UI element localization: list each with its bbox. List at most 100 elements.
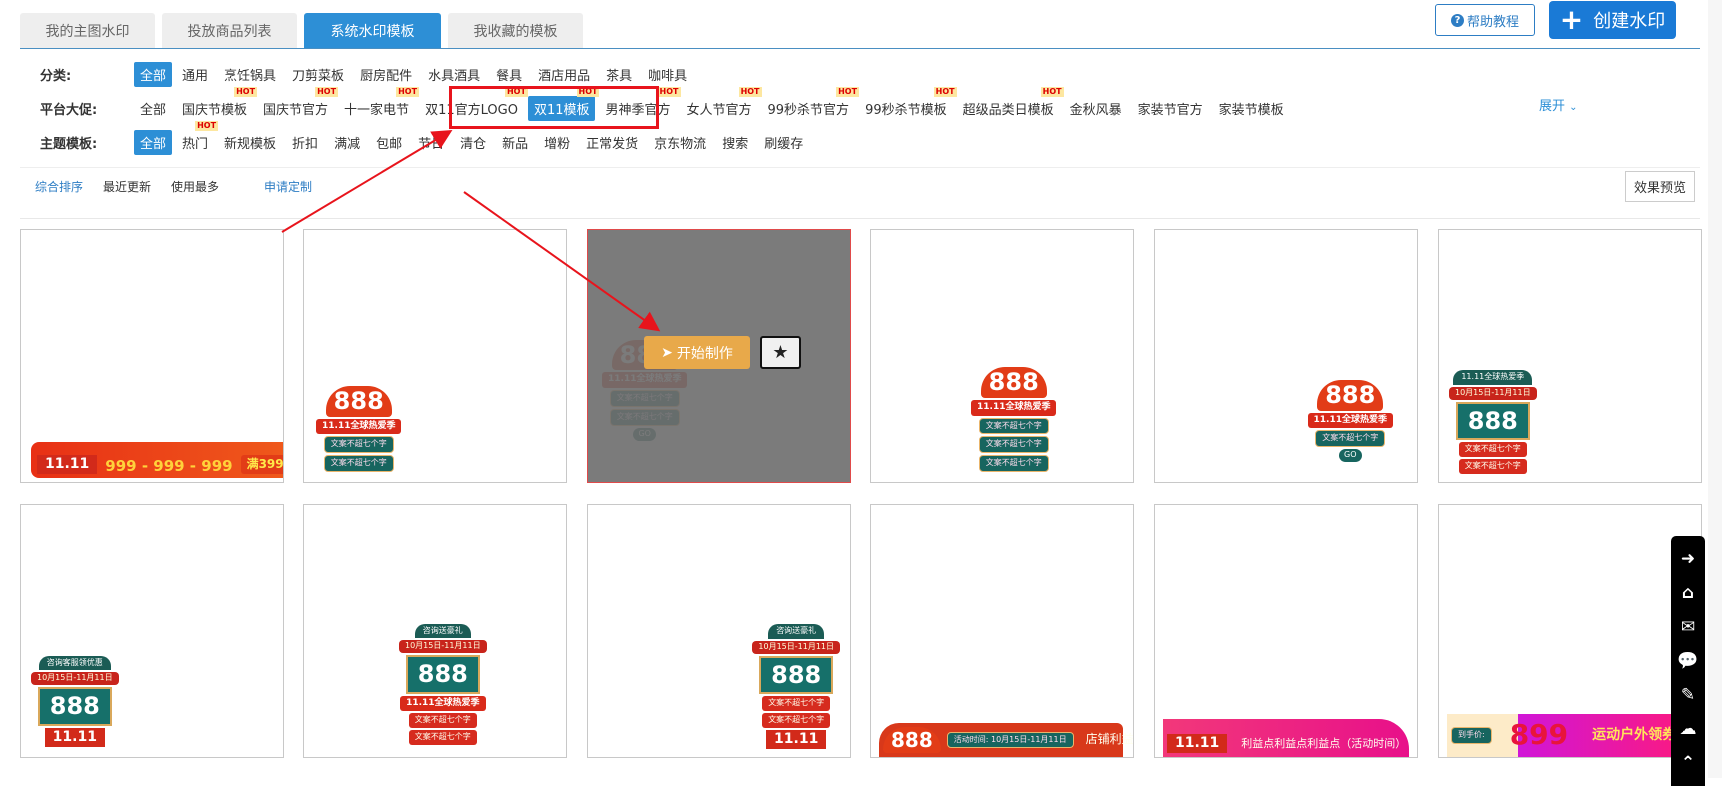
- tab-favorite-templates[interactable]: 我收藏的模板: [448, 13, 583, 48]
- filter-item-platform[interactable]: 全部: [134, 96, 172, 121]
- filter-item-theme[interactable]: 增粉: [538, 130, 576, 155]
- filter-item-label: 厨房配件: [360, 68, 413, 84]
- sort-most-used[interactable]: 使用最多: [171, 178, 219, 195]
- filter-item-category[interactable]: 厨房配件: [354, 62, 418, 87]
- edit-icon[interactable]: ✎: [1681, 685, 1695, 705]
- sort-comprehensive[interactable]: 综合排序: [35, 178, 83, 195]
- filter-item-theme[interactable]: 搜索: [716, 130, 754, 155]
- filter-item-label: 增粉: [544, 136, 571, 152]
- divider: [20, 167, 1700, 168]
- filter-item-platform[interactable]: 家装节模板: [1213, 96, 1290, 121]
- filter-item-category[interactable]: 刀剪菜板: [286, 62, 350, 87]
- wechat-icon[interactable]: ☁: [1680, 719, 1697, 739]
- filter-item-platform[interactable]: 99秒杀节模板 HOT: [859, 86, 957, 121]
- template-card[interactable]: 888活动时间: 10月15日-11月11日店铺利益点店铺利益点11.11: [870, 504, 1134, 758]
- filter-item-theme[interactable]: 正常发货: [580, 130, 644, 155]
- watermark-preview: 888活动时间: 10月15日-11月11日店铺利益点店铺利益点11.11: [879, 723, 1133, 757]
- watermark-preview: 咨询客服领优惠 10月15日-11月11日 888 11.11: [31, 655, 119, 747]
- preview-text: 10月15日-11月11日: [31, 672, 119, 686]
- preview-text: 店铺利益点店铺利益点: [1085, 732, 1134, 747]
- filter-item-category[interactable]: 咖啡具: [642, 62, 693, 87]
- filter-item-theme[interactable]: 包邮: [370, 130, 408, 155]
- filter-item-label: 酒店用品: [538, 68, 591, 84]
- filter-item-category[interactable]: 通用: [176, 62, 214, 87]
- preview-text: 888: [1317, 380, 1384, 411]
- template-card[interactable]: 咨询送豪礼 10月15日-11月11日 888 11.11全球热爱季 文案不超七个字 文案…: [303, 504, 567, 758]
- question-icon: ?: [1450, 13, 1464, 27]
- filter-item-category[interactable]: 餐具: [490, 62, 528, 87]
- create-watermark-button[interactable]: + 创建水印: [1549, 1, 1676, 39]
- filter-item-theme[interactable]: 京东物流: [648, 130, 712, 155]
- sort-recent[interactable]: 最近更新: [103, 178, 151, 195]
- filter-item-platform[interactable]: 金秋风暴: [1064, 96, 1128, 121]
- home-icon[interactable]: ⌂: [1682, 583, 1694, 603]
- preview-text: 文案不超七个字: [323, 436, 394, 454]
- filter-item-platform[interactable]: 99秒杀节官方 HOT: [762, 86, 860, 121]
- expand-button[interactable]: 展开 ⌄: [1539, 95, 1578, 114]
- filter-item-category[interactable]: 烹饪锅具: [218, 62, 282, 87]
- filter-item-label: 女人节官方: [686, 102, 752, 118]
- preview-text: 利益点利益点利益点（活动时间）: [1241, 736, 1407, 750]
- filter-item-platform[interactable]: 家装节官方: [1132, 96, 1209, 121]
- preview-text: 文案不超七个字: [323, 455, 394, 472]
- filter-item-category[interactable]: 水具酒具: [422, 62, 486, 87]
- filter-item-label: 正常发货: [586, 136, 639, 152]
- apply-custom-link[interactable]: 申请定制: [264, 178, 312, 195]
- template-card[interactable]: 888 11.11全球热爱季 文案不超七个字 文案不超七个字: [303, 229, 567, 483]
- watermark-preview: 咨询送豪礼 10月15日-11月11日 888 11.11全球热爱季 文案不超七个字 文案…: [399, 623, 487, 745]
- chat-icon[interactable]: 💬: [1677, 651, 1698, 671]
- filter-item-label: 家装节官方: [1137, 102, 1203, 118]
- preview-button[interactable]: 效果预览: [1625, 171, 1695, 202]
- template-card[interactable]: 11.11利益点利益点利益点（活动时间）预计到手价365: [1154, 504, 1418, 758]
- filter-label: 分类:: [40, 68, 72, 84]
- side-toolbar: ➜ ⌂ ✉ 💬 ✎ ☁ ⌃: [1671, 536, 1705, 786]
- filter-item-theme[interactable]: 满减: [328, 130, 366, 155]
- filter-item-theme[interactable]: 清仓: [454, 130, 492, 155]
- arrow-right-icon[interactable]: ➜: [1681, 549, 1695, 569]
- favorite-button[interactable]: ★: [760, 336, 801, 369]
- preview-text: 文案不超七个字: [978, 436, 1049, 454]
- filter-item-theme[interactable]: 节日: [412, 130, 450, 155]
- help-button[interactable]: ? 帮助教程: [1435, 4, 1535, 36]
- filter-item-label: 全部: [140, 136, 167, 152]
- filter-item-platform[interactable]: 国庆节模板 HOT: [176, 86, 258, 121]
- template-card[interactable]: 88811.11全球热爱季文案不超七个字文案不超七个字GO➤开始制作★: [587, 229, 851, 483]
- filter-item-theme[interactable]: 刷缓存: [758, 130, 809, 155]
- filter-item-category[interactable]: 茶具: [600, 62, 638, 87]
- filter-item-theme[interactable]: 新规模板: [218, 130, 282, 155]
- tab-my-watermarks[interactable]: 我的主图水印: [20, 13, 155, 48]
- filter-item-platform[interactable]: 十一家电节 HOT: [338, 86, 420, 121]
- filter-item-platform[interactable]: 国庆节官方 HOT: [257, 86, 339, 121]
- template-card[interactable]: 11.11999 - 999 - 999满399减80888: [20, 229, 284, 483]
- template-card[interactable]: 888 11.11全球热爱季 文案不超七个字 GO: [1154, 229, 1418, 483]
- tab-product-list[interactable]: 投放商品列表: [162, 13, 297, 48]
- filter-item-theme[interactable]: 全部: [134, 129, 173, 155]
- preview-text: 888: [1455, 402, 1530, 441]
- filter-item-theme[interactable]: 折扣: [286, 130, 324, 155]
- watermark-preview: 11.11全球热爱季 10月15日-11月11日 888 文案不超七个字 文案不超七个字: [1449, 370, 1537, 474]
- filter-item-platform[interactable]: 女人节官方 HOT: [681, 86, 762, 121]
- filter-item-label: 国庆节模板: [182, 102, 248, 118]
- filter-label: 平台大促:: [40, 102, 98, 118]
- tab-system-templates[interactable]: 系统水印模板: [304, 13, 441, 48]
- template-card[interactable]: 咨询送豪礼 10月15日-11月11日 888 文案不超七个字 文案不超七个字 11.11: [587, 504, 851, 758]
- template-card[interactable]: 11.11全球热爱季 10月15日-11月11日 888 文案不超七个字 文案不超七个字: [1438, 229, 1702, 483]
- scrollbar[interactable]: [1708, 0, 1722, 778]
- filter-item-platform[interactable]: 超级品类日模板 HOT: [957, 86, 1064, 121]
- preview-text: 文案不超七个字: [1458, 442, 1527, 458]
- hot-badge: HOT: [657, 86, 681, 97]
- filter-item-category[interactable]: 全部: [134, 61, 173, 87]
- filter-row-platform: 平台大促: 全部 国庆节模板 HOT 国庆节官方 HOT 十一家电节 HOT 双11官方LOGO…: [40, 86, 1294, 122]
- template-card[interactable]: 咨询客服领优惠 10月15日-11月11日 888 11.11: [20, 504, 284, 758]
- paper-plane-icon: ➤: [661, 344, 673, 361]
- template-card[interactable]: 到手价:899运动户外领券400减50活动时间11.1-11.11: [1438, 504, 1702, 758]
- filter-item-theme[interactable]: 新品: [496, 130, 534, 155]
- preview-text: 11.11: [37, 454, 98, 474]
- preview-text: 文案不超七个字: [762, 712, 831, 728]
- mail-icon[interactable]: ✉: [1681, 617, 1695, 637]
- chevron-up-icon[interactable]: ⌃: [1681, 753, 1695, 773]
- filter-item-theme[interactable]: 热门 HOT: [176, 120, 219, 155]
- template-card[interactable]: 888 11.11全球热爱季 文案不超七个字 文案不超七个字 文案不超七个字: [870, 229, 1134, 483]
- start-making-button[interactable]: ➤ 开始制作: [644, 336, 750, 369]
- filter-item-category[interactable]: 酒店用品: [532, 62, 596, 87]
